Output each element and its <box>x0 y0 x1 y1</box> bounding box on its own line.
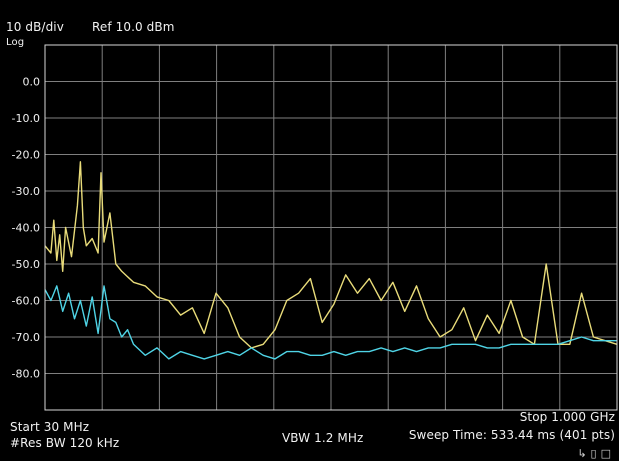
lock-icon: ▯ <box>590 447 601 460</box>
y-tick-label: -80.0 <box>12 368 40 381</box>
y-tick-label: -40.0 <box>12 222 40 235</box>
y-tick-label: -20.0 <box>12 149 40 162</box>
ref-level-label: Ref 10.0 dBm <box>92 20 175 34</box>
y-tick-label: 0.0 <box>23 76 41 89</box>
status-icons: ↳▯□ <box>577 447 615 460</box>
y-tick-label: -60.0 <box>12 295 40 308</box>
res-bw: #Res BW 120 kHz <box>10 436 120 450</box>
y-tick-label: -50.0 <box>12 258 40 271</box>
cursor-icon: ↳ <box>577 447 591 460</box>
y-tick-label: -10.0 <box>12 112 40 125</box>
disk-icon: □ <box>600 447 615 460</box>
log-label: Log <box>6 37 25 48</box>
sweep-time: Sweep Time: 533.44 ms (401 pts) <box>408 428 615 442</box>
y-tick-labels: 0.0 -10.0 -20.0 -30.0 -40.0 -50.0 -60.0 -70.0 -8… <box>12 76 40 381</box>
start-frequency: Start 30 MHz <box>10 420 90 434</box>
vbw: VBW 1.2 MHz <box>282 431 364 445</box>
stop-frequency: Stop 1.000 GHz <box>519 410 615 424</box>
scale-label: 10 dB/div <box>6 20 64 34</box>
y-tick-label: -70.0 <box>12 331 40 344</box>
spectrum-plot: 0.0 -10.0 -20.0 -30.0 -40.0 -50.0 -60.0 -70.0 -8… <box>12 44 618 411</box>
graticule <box>45 45 617 410</box>
y-tick-label: -30.0 <box>12 185 40 198</box>
